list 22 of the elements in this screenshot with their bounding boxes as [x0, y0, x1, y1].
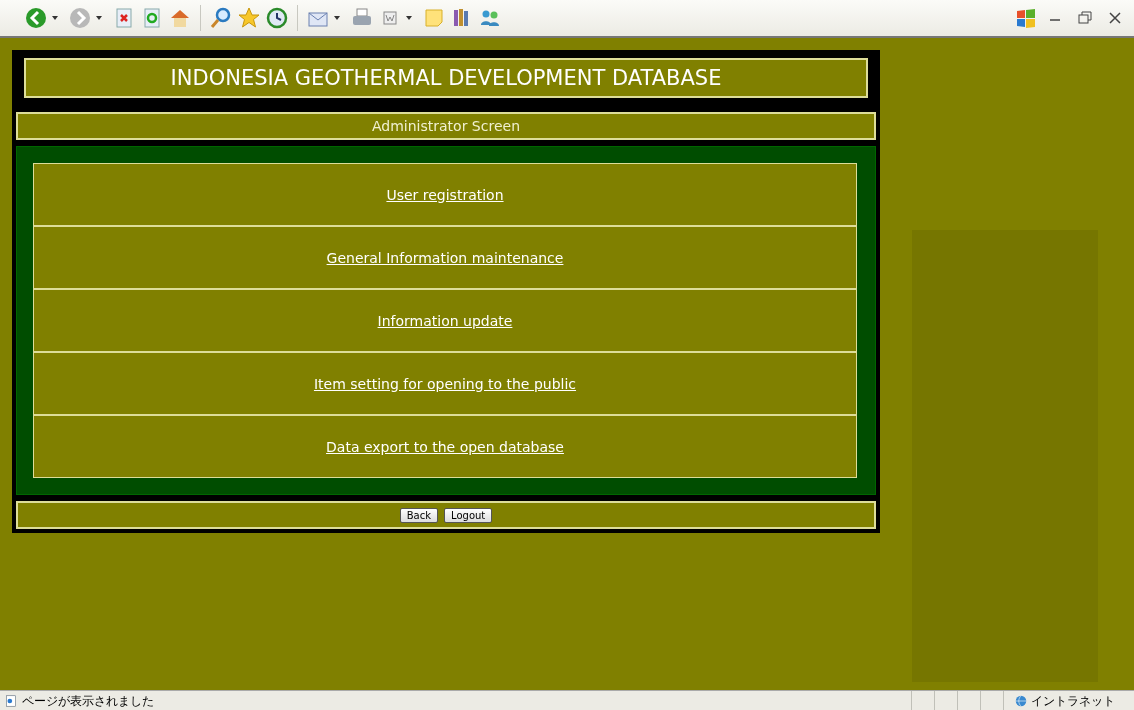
menu-link[interactable]: User registration	[386, 186, 504, 203]
star-icon[interactable]	[237, 6, 261, 30]
page-subtitle: Administrator Screen	[16, 112, 876, 140]
menu-link[interactable]: Item setting for opening to the public	[313, 375, 577, 392]
globe-icon	[1014, 694, 1028, 708]
page-icon	[4, 694, 18, 708]
action-button[interactable]: Back	[399, 507, 438, 523]
caret-icon[interactable]	[96, 16, 102, 20]
menu-link[interactable]: General Information maintenance	[326, 249, 564, 266]
menu-link[interactable]: Data export to the open database	[326, 438, 564, 455]
zone-label: イントラネット	[1031, 692, 1115, 710]
history-icon[interactable]	[265, 6, 289, 30]
search-icon[interactable]	[209, 6, 233, 30]
menu-link[interactable]: Information update	[377, 312, 513, 329]
page-title: INDONESIA GEOTHERMAL DEVELOPMENT DATABASE	[24, 58, 868, 98]
status-message: ページが表示されました	[22, 692, 154, 710]
back-icon[interactable]	[24, 6, 48, 30]
caret-icon[interactable]	[406, 16, 412, 20]
action-button[interactable]: Logout	[444, 507, 493, 523]
caret-icon[interactable]	[52, 16, 58, 20]
caret-icon[interactable]	[334, 16, 340, 20]
windows-logo-icon[interactable]	[1014, 6, 1038, 30]
